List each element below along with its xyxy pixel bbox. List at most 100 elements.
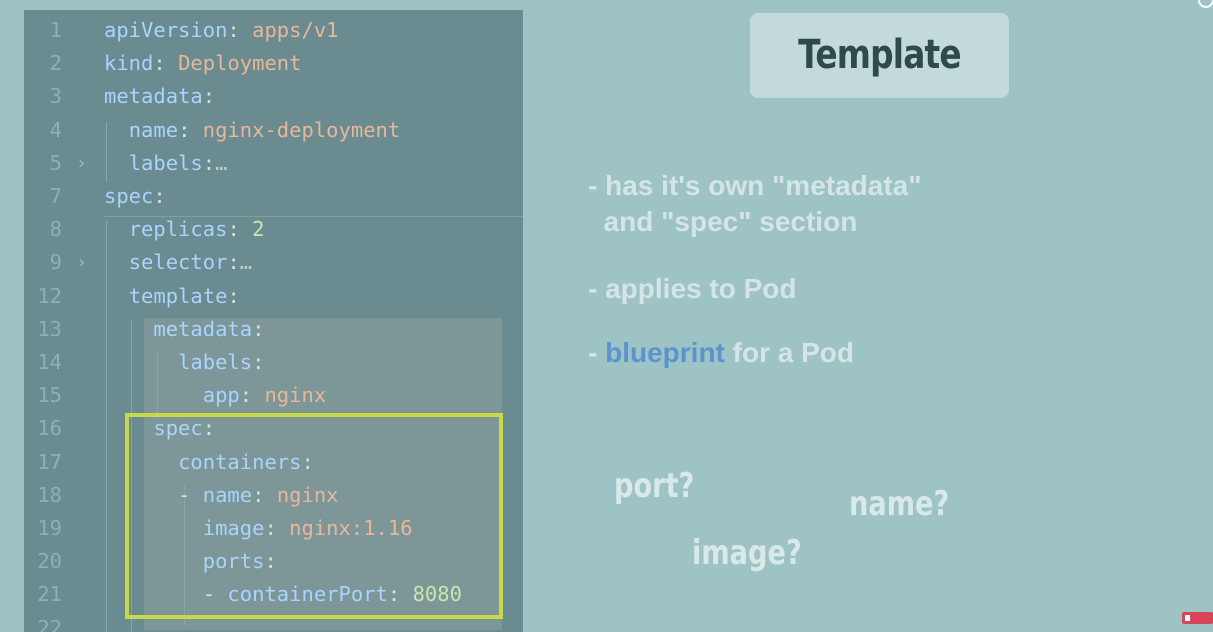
question-image: image? [692,533,802,573]
line-number: 13 [37,316,62,341]
code-token: selector [128,250,228,275]
code-token: : [252,316,265,341]
bullet-text: applies to Pod [605,273,797,304]
code-token: : [202,150,216,175]
code-line: 4 name: nginx-deployment [24,114,523,147]
code-token: : [227,217,253,242]
code-line: 12 template: [24,280,523,313]
line-number: 3 [49,84,62,109]
line-number: 14 [37,350,62,374]
play-icon [1185,615,1190,621]
question-name: name? [849,484,950,524]
code-token: : [239,383,265,408]
code-line: 15 app: nginx [24,379,523,412]
bullet-text: for a Pod [724,337,854,368]
line-number: 9 [49,250,62,275]
code-text: metadata: [104,313,264,346]
code-line: 13 metadata: [24,313,523,346]
code-line: 2 kind: Deployment [24,47,523,80]
bullet-metadata-spec: - has it's own "metadata" and "spec" sec… [588,168,922,240]
code-line: 7 spec: [24,180,523,213]
code-text: labels:… [104,147,228,180]
bullet-dash: - [588,337,606,368]
line-number: 7 [49,184,62,208]
code-token: template [128,283,228,308]
code-token: : [153,184,166,208]
bullet-dash: - [588,170,606,201]
line-number: 4 [49,117,62,142]
code-token: : [227,283,240,308]
bullet-blueprint: - blueprint for a Pod [588,335,854,371]
code-token: metadata [153,316,253,341]
line-number: 12 [37,283,62,308]
line-number: 1 [49,18,62,42]
line-number: 5 [49,150,62,175]
code-token: labels [128,150,203,175]
code-editor: 1 apiVersion: apps/v1 2 kind: Deployment 3 me… [24,10,523,632]
code-token: 2 [252,217,265,242]
line-number: 22 [37,615,62,632]
code-token: apps/v1 [252,18,339,42]
line-number: 21 [37,582,62,607]
line-number: 18 [37,482,62,507]
spec-highlight-box [125,413,503,619]
fold-chevron-icon[interactable]: › [76,246,87,279]
code-text: selector:… [104,246,252,279]
bullet-applies-to-pod: - applies to Pod [588,271,796,307]
code-line: 5 › labels:… [24,147,523,180]
code-token: metadata [104,84,203,109]
code-token: name [128,117,179,142]
code-token: : [202,84,216,109]
code-text: replicas: 2 [104,213,265,246]
line-number: 16 [37,416,62,441]
line-number: 2 [49,51,62,76]
question-port: port? [614,466,695,506]
code-token: nginx [264,383,327,408]
code-token: labels [178,350,253,374]
code-token: Deployment [178,51,302,76]
code-line: 3 metadata: [24,80,523,113]
code-text: name: nginx-deployment [104,114,401,147]
code-token: : [153,51,179,76]
code-token: : [227,250,240,275]
code-token: : [227,18,253,42]
slide-title: Template [798,32,961,78]
slide-title-box: Template [750,13,1009,98]
code-token: replicas [128,217,228,242]
code-text: spec: [104,180,166,213]
code-line: 8 replicas: 2 [24,213,523,246]
code-token: kind [104,51,154,76]
line-number: 19 [37,516,62,540]
bullet-text: has it's own "metadata" and "spec" secti… [603,170,922,237]
code-text: apiVersion: apps/v1 [104,14,339,47]
corner-circle-icon [1198,0,1213,8]
code-token: apiVersion [104,18,228,42]
code-text: metadata: [104,80,215,113]
line-number: 20 [37,549,62,574]
code-line: 9 › selector:… [24,246,523,279]
code-token: spec [104,184,154,208]
youtube-logo-icon [1182,612,1213,624]
bullet-accent: blueprint [605,337,725,368]
code-token: : [178,117,203,142]
fold-chevron-icon[interactable]: › [76,147,87,180]
code-token: : [252,350,265,374]
code-text: kind: Deployment [104,47,301,80]
code-text: app: nginx [104,379,326,412]
code-line: 14 labels: [24,346,523,379]
code-text: labels: [104,346,264,379]
code-line: 1 apiVersion: apps/v1 [24,14,523,47]
code-token: app [202,383,240,408]
line-number: 8 [49,217,62,242]
code-text: template: [104,280,240,313]
bullet-dash: - [588,273,606,304]
code-token: … [239,250,253,275]
